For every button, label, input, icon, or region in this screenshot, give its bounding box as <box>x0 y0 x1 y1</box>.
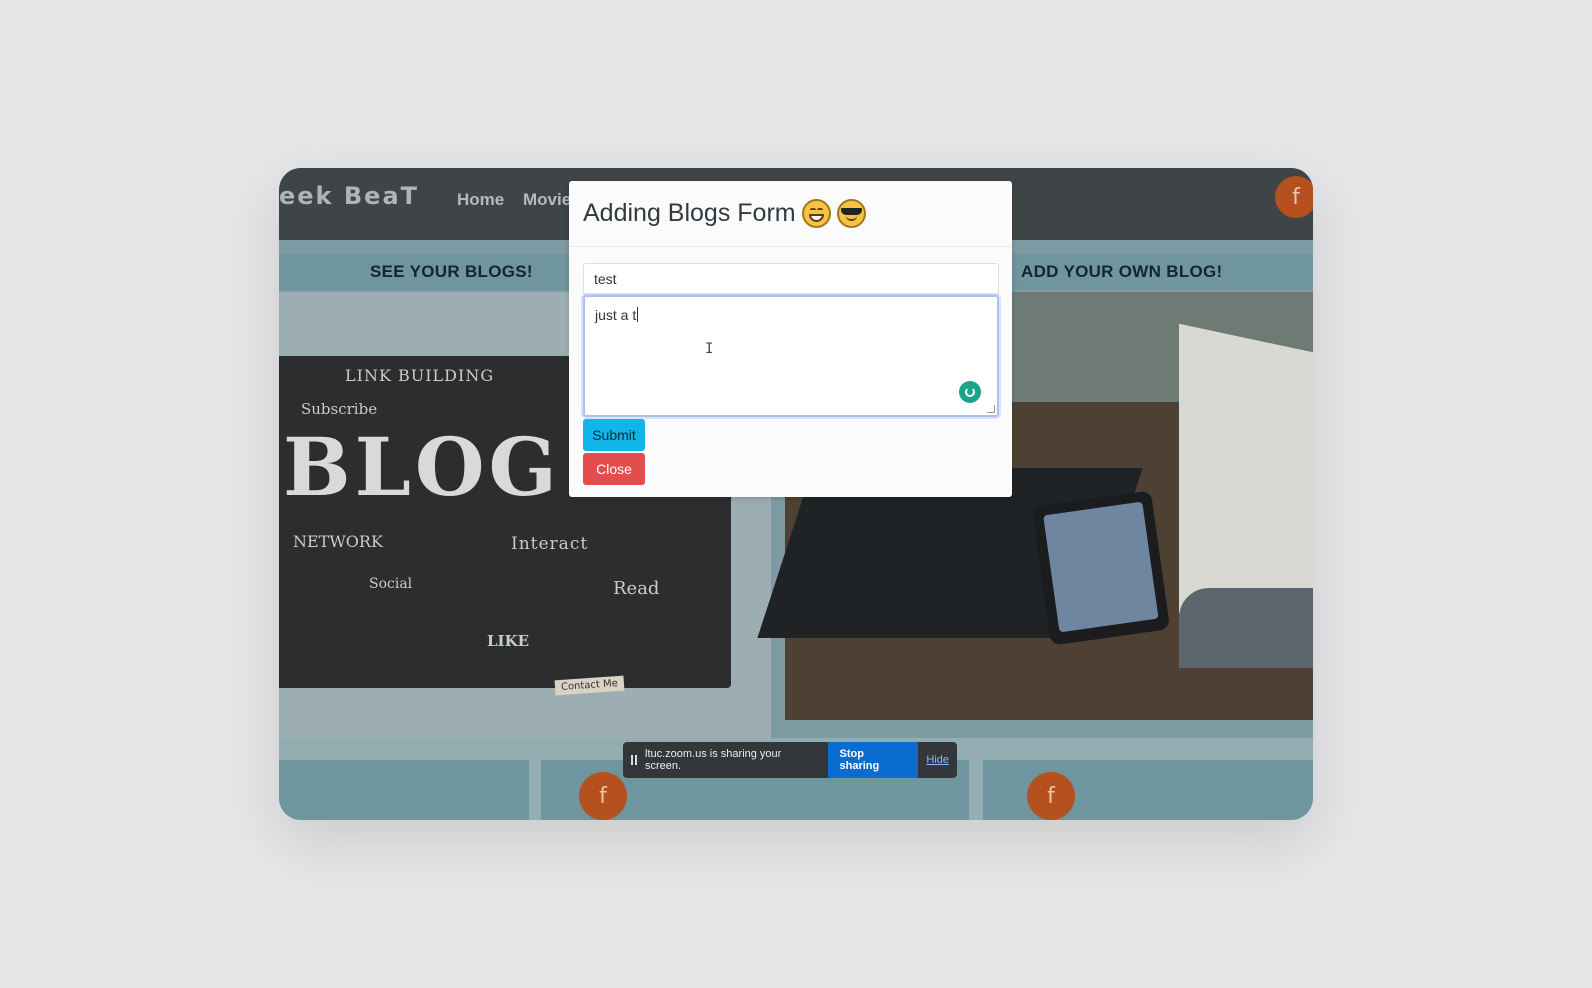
smiling-face-with-sunglasses-icon <box>836 199 866 228</box>
phone-screen <box>1043 501 1159 633</box>
stop-sharing-button[interactable]: Stop sharing <box>827 742 919 778</box>
modal-title: Adding Blogs Form <box>583 199 796 227</box>
hide-link[interactable]: Hide <box>926 754 949 766</box>
submit-button[interactable]: Submit <box>583 419 645 451</box>
nav-link-movies[interactable]: Movie <box>523 190 571 210</box>
chalk-word: NETWORK <box>293 532 383 551</box>
chalk-word: LINK BUILDING <box>345 366 495 385</box>
modal-body: test just a t I Submit Close <box>569 247 1012 485</box>
share-message: ltuc.zoom.us is sharing your screen. <box>645 748 782 772</box>
phone-image <box>1031 490 1171 646</box>
screen-share-bar: ltuc.zoom.us is sharing your screen. Sto… <box>623 742 957 778</box>
add-blog-modal: Adding Blogs Form test just a t I Submit… <box>569 181 1012 497</box>
chalk-word: Read <box>613 578 660 599</box>
see-blogs-title: SEE YOUR BLOGS! <box>370 262 533 281</box>
pause-icon[interactable] <box>631 755 637 765</box>
blog-title-value: test <box>594 271 617 287</box>
add-blog-title: ADD YOUR OWN BLOG! <box>1021 262 1223 281</box>
blog-card <box>279 760 529 820</box>
blog-title-input[interactable]: test <box>583 263 999 295</box>
chalk-word: Social <box>369 576 413 592</box>
blog-body-textarea[interactable]: just a t I <box>583 295 999 417</box>
close-button[interactable]: Close <box>583 453 645 485</box>
grinning-face-icon <box>801 199 831 228</box>
blog-body-value: just a t <box>595 307 637 323</box>
facebook-icon[interactable]: f <box>579 772 627 820</box>
site-logo[interactable]: eek BeaT <box>279 182 419 210</box>
chalk-word: Interact <box>511 534 589 554</box>
text-caret <box>637 307 639 322</box>
facebook-icon[interactable]: f <box>1275 176 1313 218</box>
grammar-checker-icon[interactable] <box>959 381 981 403</box>
chalk-word: Subscribe <box>301 400 378 418</box>
modal-header: Adding Blogs Form <box>569 181 1012 247</box>
facebook-icon[interactable]: f <box>1027 772 1075 820</box>
chalk-word: LIKE <box>487 632 530 650</box>
chalk-word: BLOG <box>283 420 561 514</box>
resize-handle-icon[interactable] <box>987 405 995 413</box>
ibeam-cursor-icon: I <box>705 341 714 357</box>
sleeve <box>1179 588 1313 668</box>
nav-link-home[interactable]: Home <box>457 190 504 210</box>
